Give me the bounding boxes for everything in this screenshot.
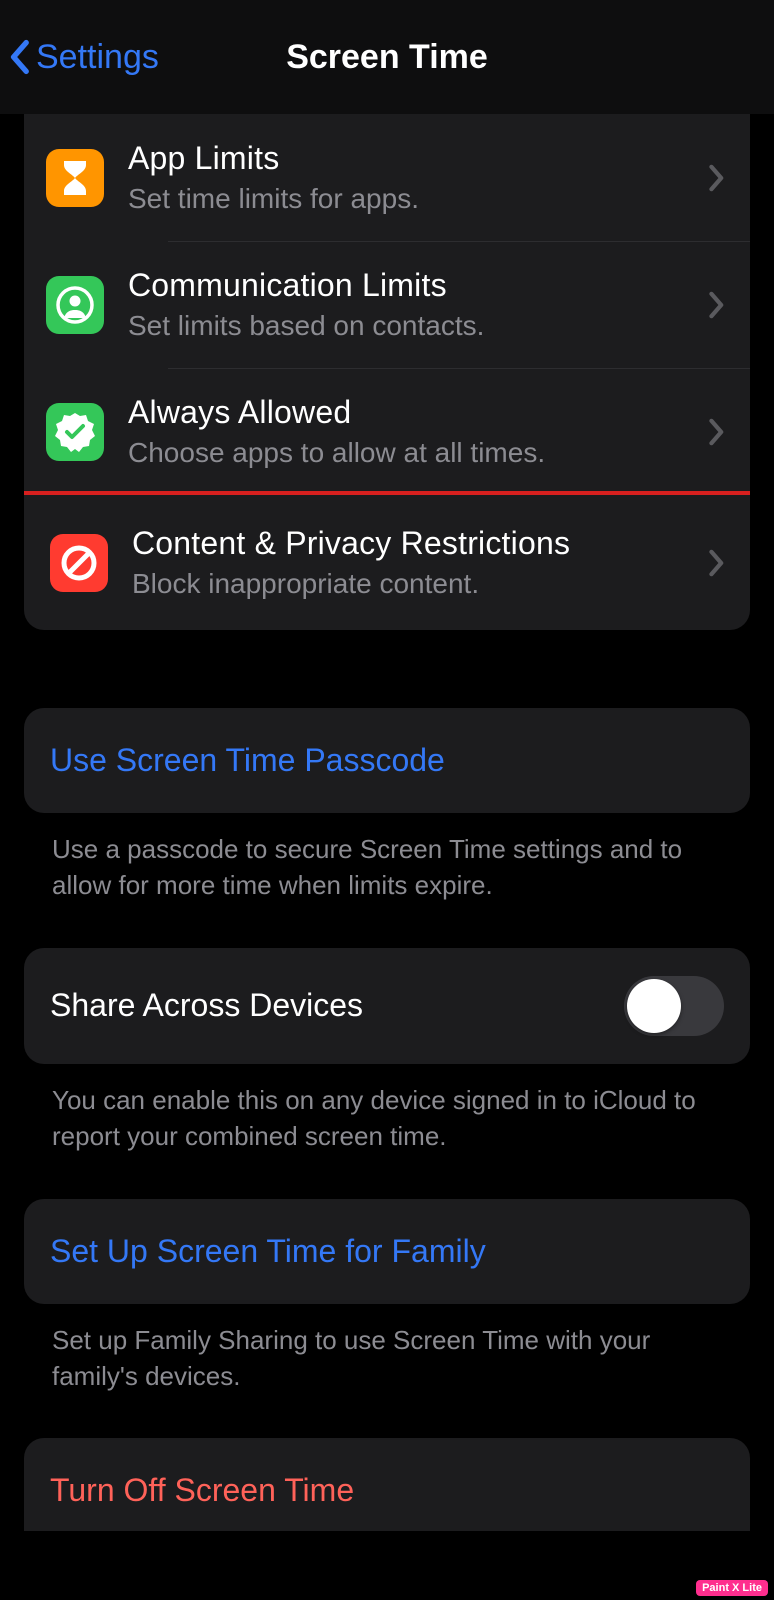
family-footer: Set up Family Sharing to use Screen Time… <box>24 1304 750 1395</box>
row-subtitle: Choose apps to allow at all times. <box>128 437 708 469</box>
turn-off-button[interactable]: Turn Off Screen Time <box>24 1438 750 1531</box>
chevron-left-icon <box>8 39 30 75</box>
row-content-privacy[interactable]: Content & Privacy Restrictions Block ina… <box>24 499 750 626</box>
toggle-knob <box>627 979 681 1033</box>
row-app-limits[interactable]: App Limits Set time limits for apps. <box>24 114 750 241</box>
chevron-right-icon <box>708 164 728 192</box>
checkmark-seal-icon <box>46 403 104 461</box>
settings-group-main: App Limits Set time limits for apps. Com… <box>24 114 750 630</box>
group-family: Set Up Screen Time for Family <box>24 1199 750 1304</box>
highlight-box: Content & Privacy Restrictions Block ina… <box>24 491 750 630</box>
back-label: Settings <box>36 38 159 77</box>
share-toggle[interactable] <box>624 976 724 1036</box>
watermark: Paint X Lite <box>696 1580 768 1596</box>
chevron-right-icon <box>708 291 728 319</box>
hourglass-icon <box>46 149 104 207</box>
row-communication-limits[interactable]: Communication Limits Set limits based on… <box>24 241 750 368</box>
row-title: App Limits <box>128 140 708 177</box>
no-entry-icon <box>50 534 108 592</box>
link-label: Use Screen Time Passcode <box>50 742 445 778</box>
link-label: Set Up Screen Time for Family <box>50 1233 486 1269</box>
nav-bar: Settings Screen Time <box>0 0 774 114</box>
link-label: Turn Off Screen Time <box>50 1472 354 1508</box>
use-passcode-button[interactable]: Use Screen Time Passcode <box>24 708 750 813</box>
row-title: Communication Limits <box>128 267 708 304</box>
group-share: Share Across Devices <box>24 948 750 1064</box>
row-subtitle: Set limits based on contacts. <box>128 310 708 342</box>
set-up-family-button[interactable]: Set Up Screen Time for Family <box>24 1199 750 1304</box>
passcode-footer: Use a passcode to secure Screen Time set… <box>24 813 750 904</box>
person-circle-icon <box>46 276 104 334</box>
row-subtitle: Block inappropriate content. <box>132 568 708 600</box>
back-button[interactable]: Settings <box>0 38 159 77</box>
row-title: Always Allowed <box>128 394 708 431</box>
row-title: Content & Privacy Restrictions <box>132 525 708 562</box>
group-turn-off: Turn Off Screen Time <box>24 1438 750 1531</box>
share-footer: You can enable this on any device signed… <box>24 1064 750 1155</box>
row-always-allowed[interactable]: Always Allowed Choose apps to allow at a… <box>24 368 750 495</box>
row-subtitle: Set time limits for apps. <box>128 183 708 215</box>
toggle-label: Share Across Devices <box>50 987 363 1024</box>
chevron-right-icon <box>708 418 728 446</box>
group-passcode: Use Screen Time Passcode <box>24 708 750 813</box>
share-across-devices-row: Share Across Devices <box>24 948 750 1064</box>
chevron-right-icon <box>708 549 728 577</box>
